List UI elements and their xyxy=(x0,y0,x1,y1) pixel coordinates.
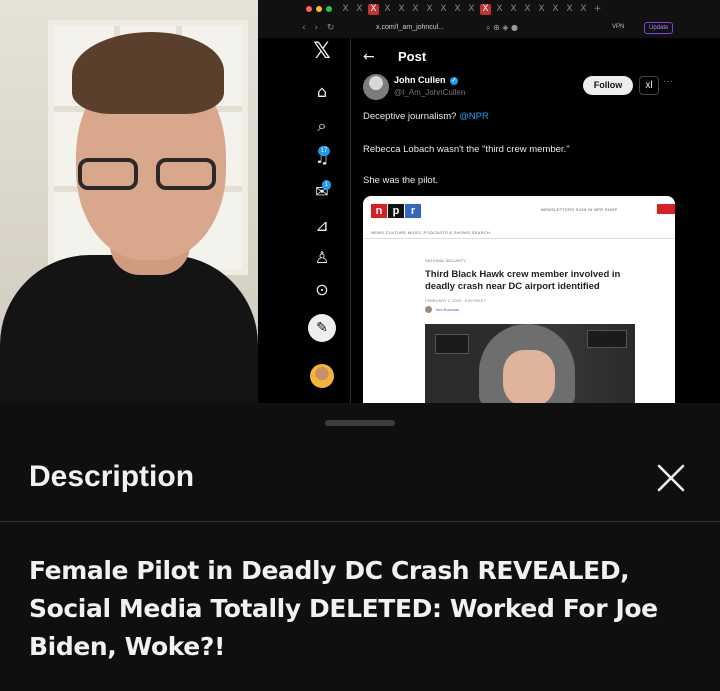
browser-tab: X xyxy=(440,4,447,14)
divider xyxy=(0,521,720,522)
verified-icon: ✓ xyxy=(450,76,459,85)
article-headline: Third Black Hawk crew member involved in… xyxy=(425,269,621,292)
browser-tab: X xyxy=(480,4,491,15)
browser-tab: X xyxy=(384,4,391,14)
author-name: John Cullen ✓ xyxy=(394,75,459,85)
search-icon: ⌕ xyxy=(317,116,327,135)
post-icon: ✎ xyxy=(308,314,336,342)
url-text: x.com/I_am_johncul... xyxy=(376,24,445,31)
sheet-title: Description xyxy=(29,460,195,493)
drag-handle[interactable] xyxy=(325,420,395,426)
browser-tab: X xyxy=(454,4,461,14)
more-options-icon: ··· xyxy=(663,76,673,87)
x-logo-icon: 𝕏 xyxy=(313,39,331,64)
npr-article-card: n p r NEWSLETTERS SIGN IN NPR SHOP NEWS … xyxy=(363,196,675,403)
article-photo xyxy=(425,324,635,403)
npr-top-links: NEWSLETTERS SIGN IN NPR SHOP xyxy=(541,207,618,212)
browser-tab: X xyxy=(368,4,379,15)
glasses xyxy=(78,158,220,192)
avatar xyxy=(310,364,334,388)
npr-logo: n p r xyxy=(371,204,421,218)
author-avatar xyxy=(363,74,389,100)
browser-tab: X xyxy=(566,4,573,14)
address-bar-icons: ⌕ ⊕ ◈ ● xyxy=(486,23,518,32)
browser-tab: X xyxy=(342,4,349,14)
webcam-feed xyxy=(0,0,258,403)
vpn-label: VPN xyxy=(612,24,625,30)
tweet-line-1: Deceptive journalism? @NPR xyxy=(363,111,489,122)
close-icon-glyph xyxy=(657,464,685,492)
tweet-line-3: She was the pilot. xyxy=(363,175,438,186)
post-header: Post xyxy=(398,49,427,64)
article-kicker: NATIONAL SECURITY xyxy=(425,258,466,263)
app-root: X X X X X X X X X X X X X X X X X X + ‹ › ↻ x.com/I_am_joh… xyxy=(0,0,720,691)
tweet-line-2: Rebecca Lobach wasn't the "third crew me… xyxy=(363,144,570,155)
article-date: FEBRUARY 1, 2025 · 5:50 PM ET xyxy=(425,298,486,303)
description-sheet: Description Female Pilot in Deadly DC Cr… xyxy=(0,403,720,691)
browser-tab: X xyxy=(412,4,419,14)
home-icon: ⌂ xyxy=(316,82,328,101)
messages-badge: 1 xyxy=(322,180,331,190)
grok-button: xl xyxy=(639,76,659,95)
browser-tab: X xyxy=(468,4,475,14)
browser-tab: X xyxy=(398,4,405,14)
browser-tab: X xyxy=(580,4,587,14)
article-byline: Tom Bowman xyxy=(425,306,459,313)
browser-tab: X xyxy=(552,4,559,14)
profile-icon: ♙ xyxy=(314,248,330,267)
grok-icon: ⊿ xyxy=(315,216,329,235)
browser-tab: X xyxy=(538,4,545,14)
notifications-badge: 17 xyxy=(318,146,330,156)
video-player[interactable]: X X X X X X X X X X X X X X X X X X + ‹ › ↻ x.com/I_am_joh… xyxy=(0,0,720,403)
browser-url-bar: ‹ › ↻ x.com/I_am_johncul... ⌕ ⊕ ◈ ● VPN … xyxy=(258,20,720,38)
browser-tab: X xyxy=(524,4,531,14)
more-icon: ⊙ xyxy=(315,280,329,299)
back-arrow-icon: ← xyxy=(363,49,375,65)
browser-tab: X xyxy=(426,4,433,14)
follow-button: Follow xyxy=(583,76,633,95)
npr-nav: NEWS CULTURE MUSIC PODCASTS & SHOWS SEAR… xyxy=(371,230,491,235)
x-sidebar: 𝕏 ⌂ ⌕ ♫ 17 ✉ 1 ⊿ ♙ ⊙ ✎ xyxy=(300,38,344,403)
browser-tab-bar: X X X X X X X X X X X X X X X X X X + xyxy=(258,0,720,20)
close-icon[interactable] xyxy=(652,459,690,497)
presenter-shirt xyxy=(0,255,258,403)
browser-tab: X xyxy=(510,4,517,14)
screen-share: X X X X X X X X X X X X X X X X X X + ‹ › ↻ x.com/I_am_joh… xyxy=(258,0,720,403)
browser-tab: + xyxy=(593,4,602,14)
update-button: Update xyxy=(644,22,674,34)
browser-tabs: X X X X X X X X X X X X X X X X X X + xyxy=(340,4,603,15)
npr-donate-badge xyxy=(657,204,675,214)
browser-tab: X xyxy=(496,4,503,14)
browser-tab: X xyxy=(356,4,363,14)
browser-nav-icons: ‹ › ↻ xyxy=(302,23,338,33)
x-post-view: ← Post John Cullen ✓ @I_Am_JohnCullen Fo… xyxy=(350,38,690,403)
npr-mention: @NPR xyxy=(459,111,489,122)
author-handle: @I_Am_JohnCullen xyxy=(394,88,466,97)
video-title: Female Pilot in Deadly DC Crash REVEALED… xyxy=(29,556,658,661)
